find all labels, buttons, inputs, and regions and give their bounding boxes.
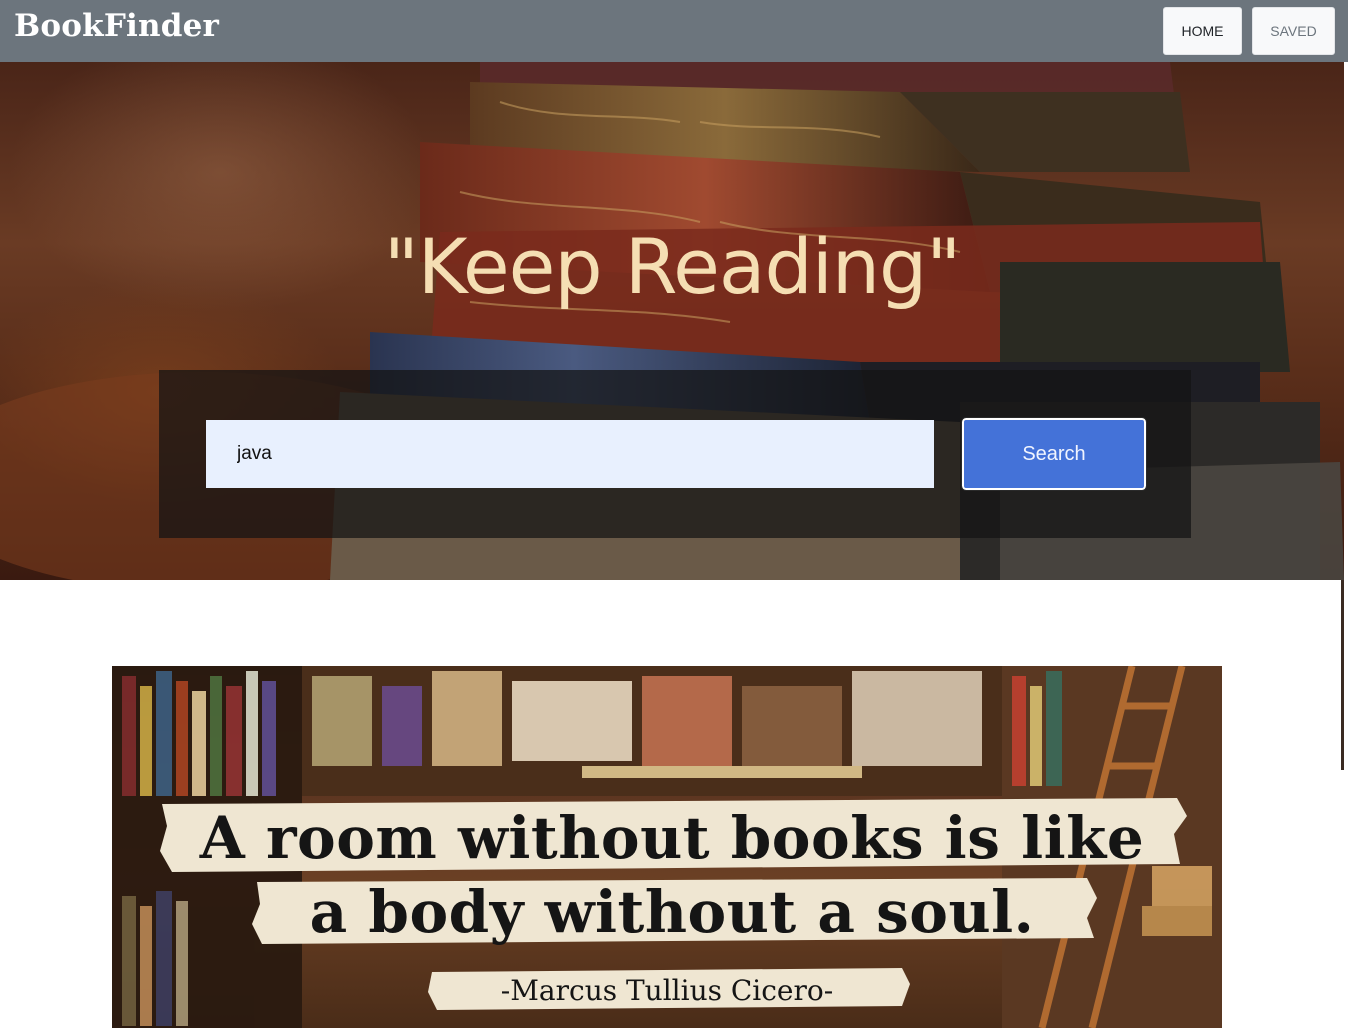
nav-home-button[interactable]: HOME: [1163, 7, 1242, 55]
hero-banner: "Keep Reading" Search: [0, 62, 1344, 580]
quote-author: -Marcus Tullius Cicero-: [500, 974, 834, 1007]
nav-saved-button[interactable]: SAVED: [1252, 7, 1335, 55]
hero-title: "Keep Reading": [383, 222, 961, 311]
navbar: BookFinder HOME SAVED: [0, 0, 1348, 62]
search-panel: Search: [159, 370, 1191, 538]
search-button[interactable]: Search: [961, 417, 1147, 491]
quote-line-2: a body without a soul.: [309, 878, 1035, 946]
search-input[interactable]: [206, 420, 934, 488]
quote-line-1: A room without books is like: [199, 804, 1145, 872]
brand-logo[interactable]: BookFinder: [14, 8, 219, 44]
page-edge-divider: [1341, 580, 1344, 770]
cicero-quote-image: A room without books is like a body with…: [112, 666, 1222, 1028]
